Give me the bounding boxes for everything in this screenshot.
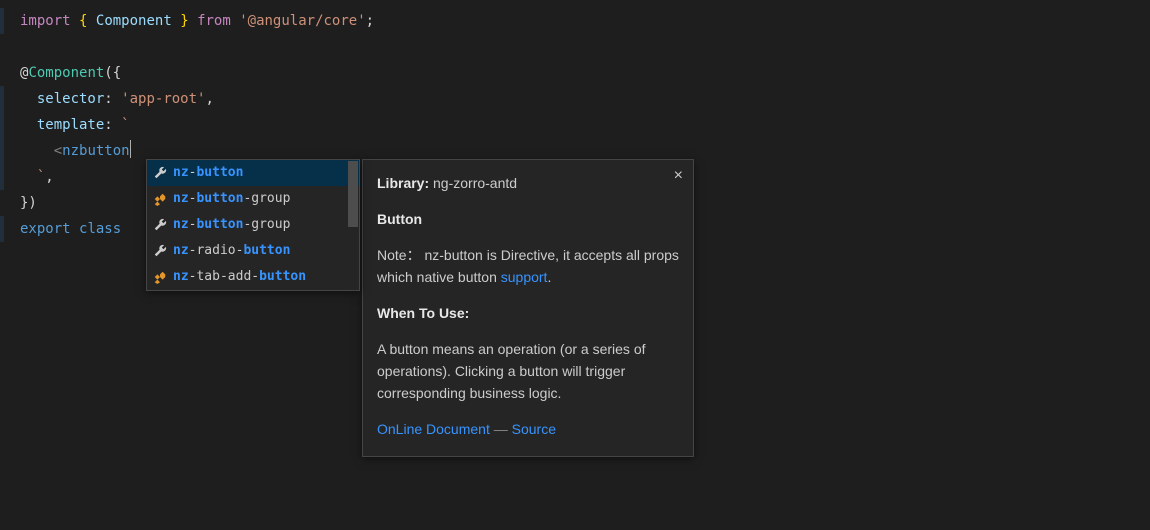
class-icon — [153, 192, 167, 206]
suggestion-scrollbar[interactable] — [348, 161, 358, 227]
tag-name: nzbutton — [62, 143, 129, 159]
angle-bracket: < — [54, 143, 62, 159]
doc-note: Note： nz-button is Directive, it accepts… — [377, 244, 679, 288]
documentation-popup: × Library: ng-zorro-antd Button Note： nz… — [362, 159, 694, 457]
close-icon[interactable]: × — [674, 168, 683, 184]
suggestion-item[interactable]: nz-button-group — [147, 186, 359, 212]
wrench-icon — [153, 166, 167, 180]
brace: } — [180, 13, 188, 29]
code-line[interactable]: import { Component } from '@angular/core… — [0, 8, 1150, 34]
semicolon: ; — [366, 13, 374, 29]
punct: ({ — [104, 65, 121, 81]
keyword-export: export — [20, 221, 71, 237]
suggestion-label: nz-button — [173, 160, 243, 186]
close-decorator: }) — [20, 195, 37, 211]
string-literal: 'app-root' — [121, 91, 205, 107]
class-icon — [153, 270, 167, 284]
suggestion-item[interactable]: nz-button-group — [147, 212, 359, 238]
doc-footer-links: OnLine Document — Source — [377, 418, 679, 440]
keyword-import: import — [20, 13, 71, 29]
doc-link-online[interactable]: OnLine Document — [377, 421, 490, 437]
identifier: Component — [96, 13, 172, 29]
suggestion-label: nz-radio-button — [173, 238, 290, 264]
doc-heading: Button — [377, 208, 679, 230]
suggestion-popup[interactable]: nz-buttonnz-button-groupnz-button-groupn… — [146, 159, 360, 291]
doc-link-support[interactable]: support — [501, 269, 548, 285]
prop-selector: selector — [37, 91, 104, 107]
suggestion-label: nz-button-group — [173, 186, 290, 212]
backtick: ` — [121, 117, 129, 133]
suggestion-label: nz-button-group — [173, 212, 290, 238]
text-cursor — [130, 140, 131, 158]
separator-dash: — — [494, 421, 508, 437]
string-literal: '@angular/core' — [239, 13, 365, 29]
code-line[interactable]: template: ` — [0, 112, 1150, 138]
keyword-from: from — [197, 13, 231, 29]
suggestion-item[interactable]: nz-button — [147, 160, 359, 186]
suggestion-item[interactable]: nz-radio-button — [147, 238, 359, 264]
doc-when-body: A button means an operation (or a series… — [377, 338, 679, 404]
library-value: ng-zorro-antd — [433, 175, 517, 191]
suggestion-label: nz-tab-add-button — [173, 264, 306, 290]
code-editor[interactable]: import { Component } from '@angular/core… — [0, 0, 1150, 242]
wrench-icon — [153, 218, 167, 232]
code-line-empty[interactable] — [0, 34, 1150, 60]
brace: { — [79, 13, 87, 29]
keyword-class: class — [79, 221, 121, 237]
code-line[interactable]: @Component({ — [0, 60, 1150, 86]
wrench-icon — [153, 244, 167, 258]
suggestion-item[interactable]: nz-tab-add-button — [147, 264, 359, 290]
doc-library-line: Library: ng-zorro-antd — [377, 172, 679, 194]
code-line[interactable]: selector: 'app-root', — [0, 86, 1150, 112]
prop-template: template — [37, 117, 104, 133]
doc-link-source[interactable]: Source — [512, 421, 556, 437]
decorator-name: Component — [28, 65, 104, 81]
doc-when-label: When To Use: — [377, 302, 679, 324]
library-label: Library: — [377, 175, 429, 191]
